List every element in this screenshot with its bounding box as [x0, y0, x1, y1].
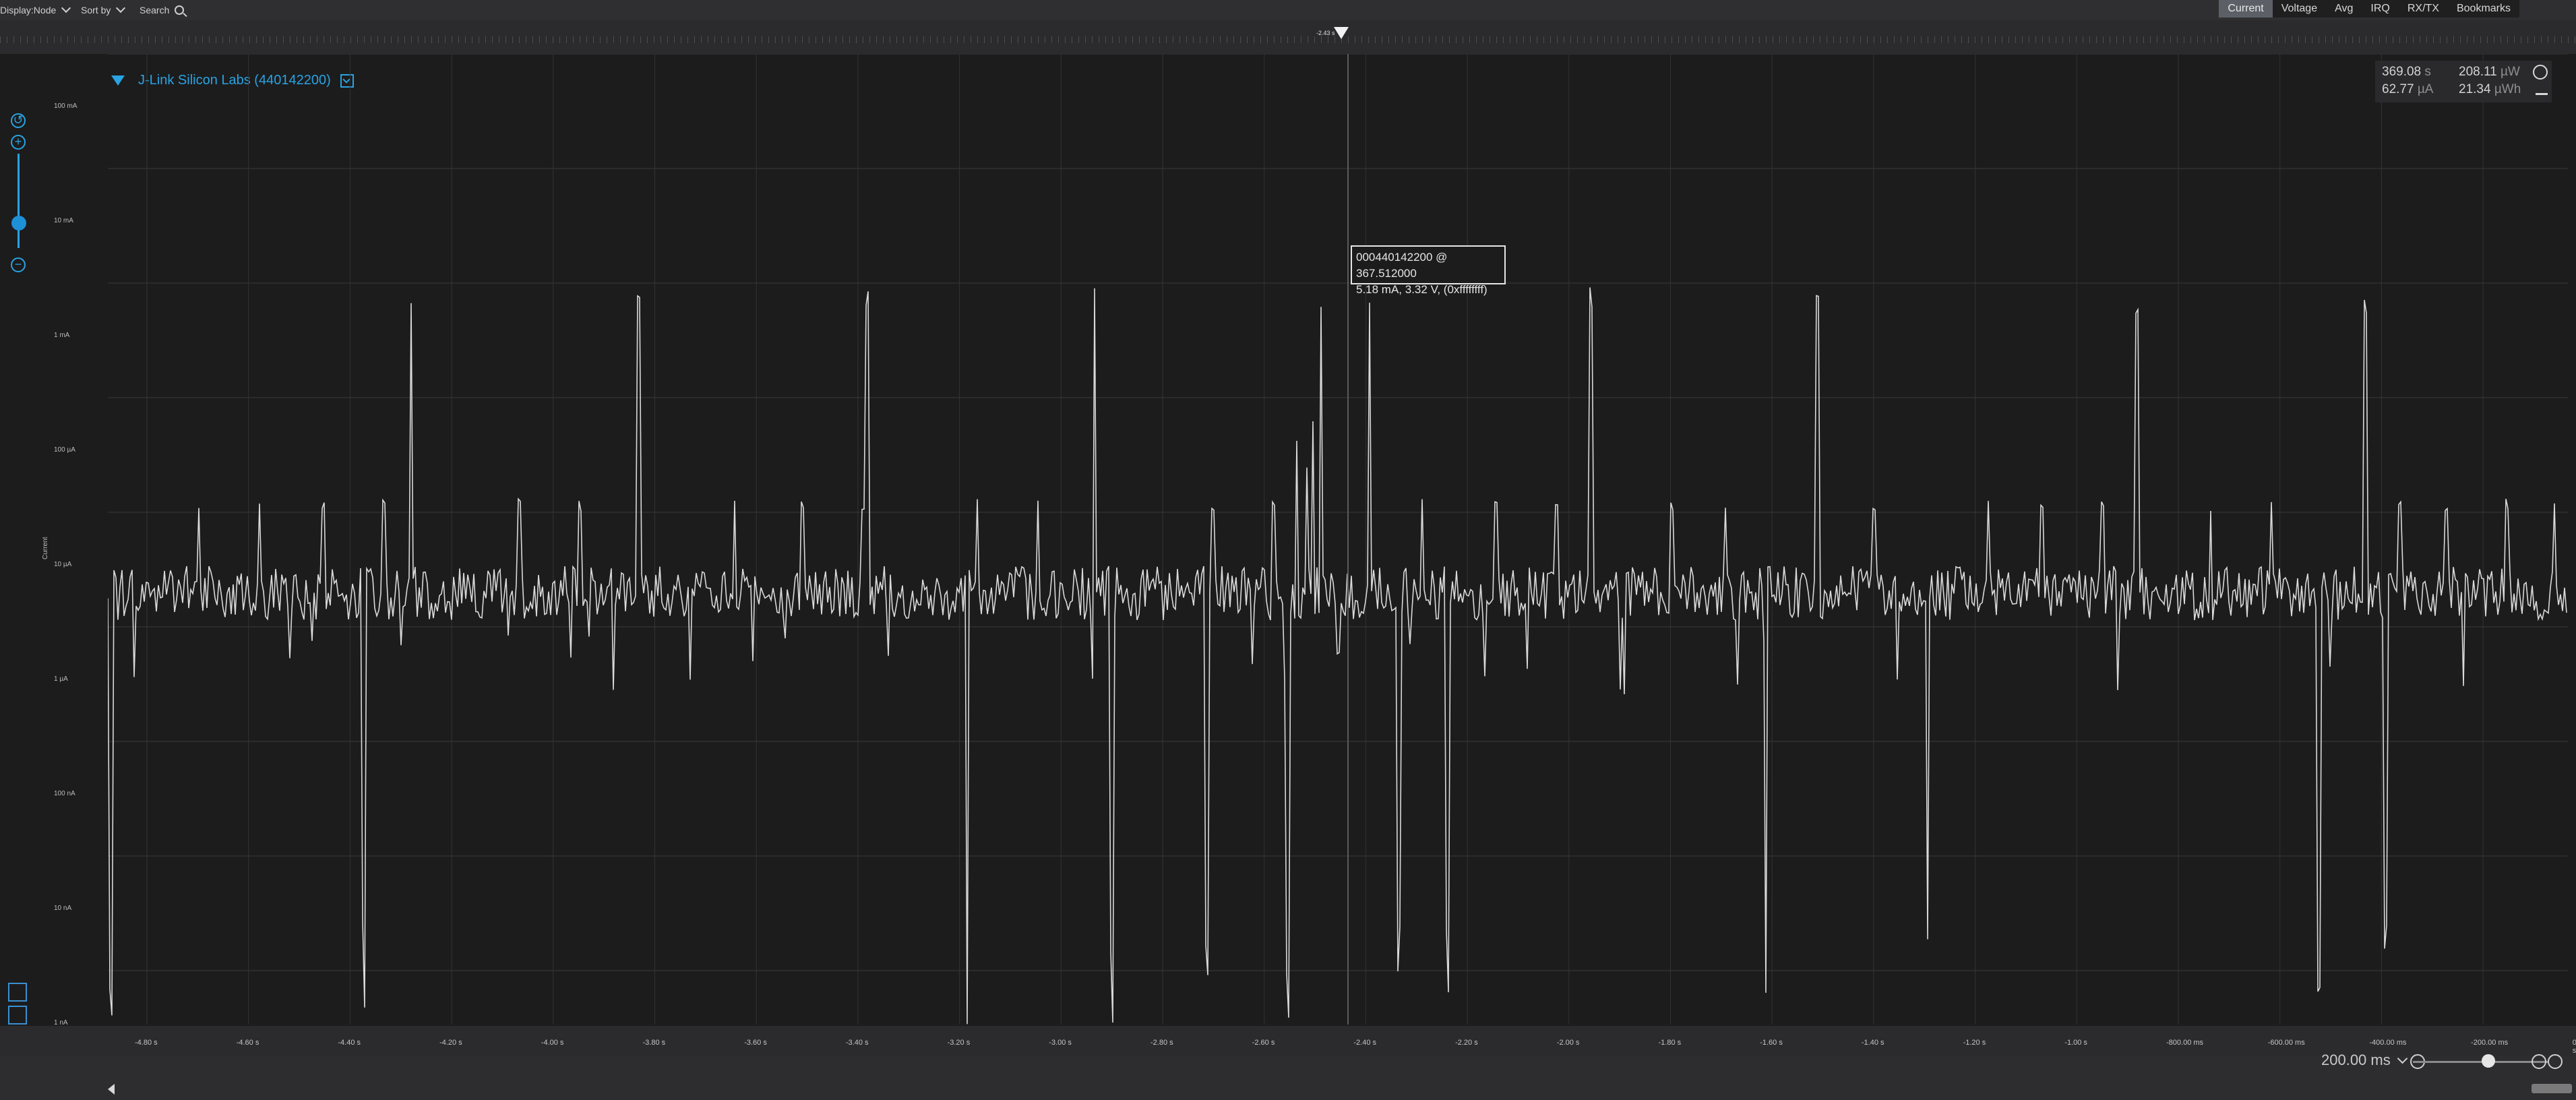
stats-box: 369.08 s 208.11 µW 62.77 µA 21.34 µWh	[2375, 61, 2552, 102]
stat-energy: 21.34 µWh	[2459, 82, 2521, 96]
stat-power: 208.11 µW	[2459, 65, 2520, 79]
scroll-thumb[interactable]	[2532, 1084, 2572, 1093]
reset-zoom-icon[interactable]: ↺	[11, 113, 26, 128]
y-tick-label: 10 µA	[54, 561, 72, 568]
scroll-left-icon[interactable]	[108, 1084, 115, 1095]
x-tick-label: -400.00 ms	[2369, 1039, 2407, 1047]
x-tick-label: -800.00 ms	[2166, 1039, 2204, 1047]
x-tick-label: -200.00 ms	[2471, 1039, 2509, 1047]
x-tick-label: -3.00 s	[1049, 1039, 1072, 1047]
x-tick-label: -1.60 s	[1760, 1039, 1783, 1047]
timescale-dropdown[interactable]: 200.00 ms	[2321, 1051, 2408, 1069]
cursor-time-label: -2.43 s	[1316, 30, 1335, 36]
display-node-dropdown[interactable]: Display:Node	[0, 0, 71, 20]
x-tick-label: -600.00 ms	[2267, 1039, 2305, 1047]
x-tick-label: -4.80 s	[135, 1039, 158, 1047]
x-tick-label: -2.00 s	[1556, 1039, 1580, 1047]
tab-rxtx[interactable]: RX/TX	[2399, 0, 2448, 18]
tooltip-line-1: 000440142200 @ 367.512000	[1356, 251, 1448, 280]
current-trace-chart[interactable]	[108, 54, 2568, 1025]
x-tick-label: -4.00 s	[541, 1039, 564, 1047]
zoom-slider-knob[interactable]	[11, 216, 26, 231]
sample-tooltip: 000440142200 @ 367.512000 5.18 mA, 3.32 …	[1351, 245, 1506, 296]
tooltip-line-2: 5.18 mA, 3.32 V, (0xffffffff)	[1356, 283, 1488, 296]
x-tick-label: -2.40 s	[1353, 1039, 1377, 1047]
tab-voltage[interactable]: Voltage	[2273, 0, 2326, 18]
x-tick-label: -3.80 s	[642, 1039, 666, 1047]
area-mode-icon[interactable]	[8, 1006, 27, 1025]
y-tick-label: 100 mA	[54, 102, 78, 110]
y-axis-title: Current	[42, 537, 49, 559]
stat-current: 62.77 µA	[2382, 82, 2434, 96]
y-tick-label: 10 mA	[54, 217, 73, 224]
reset-time-icon[interactable]	[2548, 1054, 2563, 1069]
y-tick-label: 100 µA	[54, 446, 75, 454]
x-tick-label: -1.40 s	[1861, 1039, 1884, 1047]
bottom-bar	[0, 1056, 2576, 1100]
view-tabs: Current Voltage Avg IRQ RX/TX Bookmarks	[2219, 0, 2519, 18]
x-tick-label: -3.60 s	[744, 1039, 767, 1047]
sort-by-dropdown[interactable]: Sort by	[81, 0, 126, 20]
chevron-down-icon	[2397, 1053, 2408, 1064]
tab-avg[interactable]: Avg	[2326, 0, 2362, 18]
zoom-in-time-icon[interactable]	[2532, 1054, 2546, 1069]
sort-by-label: Sort by	[81, 5, 111, 16]
display-node-label: Display:Node	[0, 5, 57, 16]
y-tick-label: 1 µA	[54, 675, 68, 683]
time-zoom-knob[interactable]	[2482, 1054, 2495, 1068]
x-tick-label: -1.00 s	[2064, 1039, 2087, 1047]
chevron-down-icon	[116, 3, 126, 13]
search-label: Search	[140, 5, 170, 16]
stat-time: 369.08 s	[2382, 65, 2431, 79]
timeline-ruler[interactable]	[0, 20, 2576, 43]
time-cursor-handle[interactable]	[1334, 27, 1349, 39]
vertical-zoom-control: ↺ + −	[11, 113, 26, 275]
search-icon	[175, 5, 185, 15]
search-button[interactable]: Search	[140, 0, 185, 20]
x-tick-label: -4.60 s	[236, 1039, 259, 1047]
y-tick-label: 1 nA	[54, 1019, 68, 1027]
timescale-value: 200.00 ms	[2321, 1051, 2391, 1068]
grid	[108, 54, 2568, 1025]
x-tick-label: 0.00 s	[2572, 1039, 2576, 1055]
x-tick-label: -4.20 s	[439, 1039, 462, 1047]
x-tick-label: -2.20 s	[1455, 1039, 1478, 1047]
x-tick-label: -3.20 s	[947, 1039, 971, 1047]
x-tick-label: -2.60 s	[1252, 1039, 1275, 1047]
x-tick-label: -1.20 s	[1963, 1039, 1986, 1047]
zoom-track	[18, 154, 20, 248]
view-mode-icons	[8, 983, 27, 1025]
download-icon[interactable]	[2536, 84, 2548, 95]
x-tick-label: -1.80 s	[1658, 1039, 1682, 1047]
x-tick-label: -4.40 s	[338, 1039, 361, 1047]
zoom-in-icon[interactable]: +	[11, 135, 26, 150]
tab-irq[interactable]: IRQ	[2362, 0, 2398, 18]
x-tick-label: -2.80 s	[1151, 1039, 1173, 1047]
chevron-down-icon	[61, 3, 71, 13]
top-toolbar: Display:Node Sort by Search Current Volt…	[0, 0, 2576, 20]
time-zoom-slider[interactable]	[2413, 1061, 2548, 1063]
y-tick-label: 1 mA	[54, 332, 70, 339]
reset-stats-icon[interactable]	[2533, 65, 2548, 80]
tab-current[interactable]: Current	[2219, 0, 2273, 18]
y-tick-label: 10 nA	[54, 905, 72, 912]
line-mode-icon[interactable]	[8, 983, 27, 1002]
tab-bookmarks[interactable]: Bookmarks	[2448, 0, 2519, 18]
zoom-out-icon[interactable]: −	[11, 257, 26, 272]
x-tick-label: -3.40 s	[845, 1039, 869, 1047]
y-tick-label: 100 nA	[54, 790, 75, 797]
